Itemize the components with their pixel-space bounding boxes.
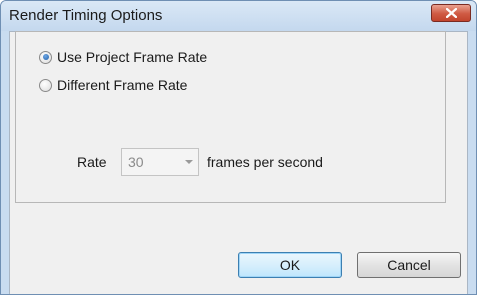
different-frame-rate-option[interactable]: Different Frame Rate bbox=[39, 76, 187, 94]
units-label: frames per second bbox=[207, 154, 323, 170]
title-bar[interactable]: Render Timing Options bbox=[1, 1, 476, 31]
use-project-frame-rate-radio[interactable] bbox=[39, 50, 52, 64]
frame-rate-group: Use Project Frame Rate Different Frame R… bbox=[15, 31, 446, 203]
rate-value: 30 bbox=[128, 154, 144, 170]
use-project-frame-rate-option[interactable]: Use Project Frame Rate bbox=[39, 48, 207, 66]
rate-label: Rate bbox=[77, 154, 107, 170]
close-icon bbox=[446, 8, 457, 18]
rate-dropdown[interactable]: 30 bbox=[121, 148, 199, 176]
different-frame-rate-radio[interactable] bbox=[39, 78, 52, 92]
close-button[interactable] bbox=[431, 4, 471, 22]
ok-button[interactable]: OK bbox=[238, 252, 342, 278]
chevron-down-icon[interactable] bbox=[185, 160, 193, 164]
dialog-title: Render Timing Options bbox=[9, 7, 163, 24]
different-frame-rate-label[interactable]: Different Frame Rate bbox=[57, 77, 187, 93]
cancel-button[interactable]: Cancel bbox=[357, 252, 461, 278]
use-project-frame-rate-label[interactable]: Use Project Frame Rate bbox=[57, 49, 207, 65]
